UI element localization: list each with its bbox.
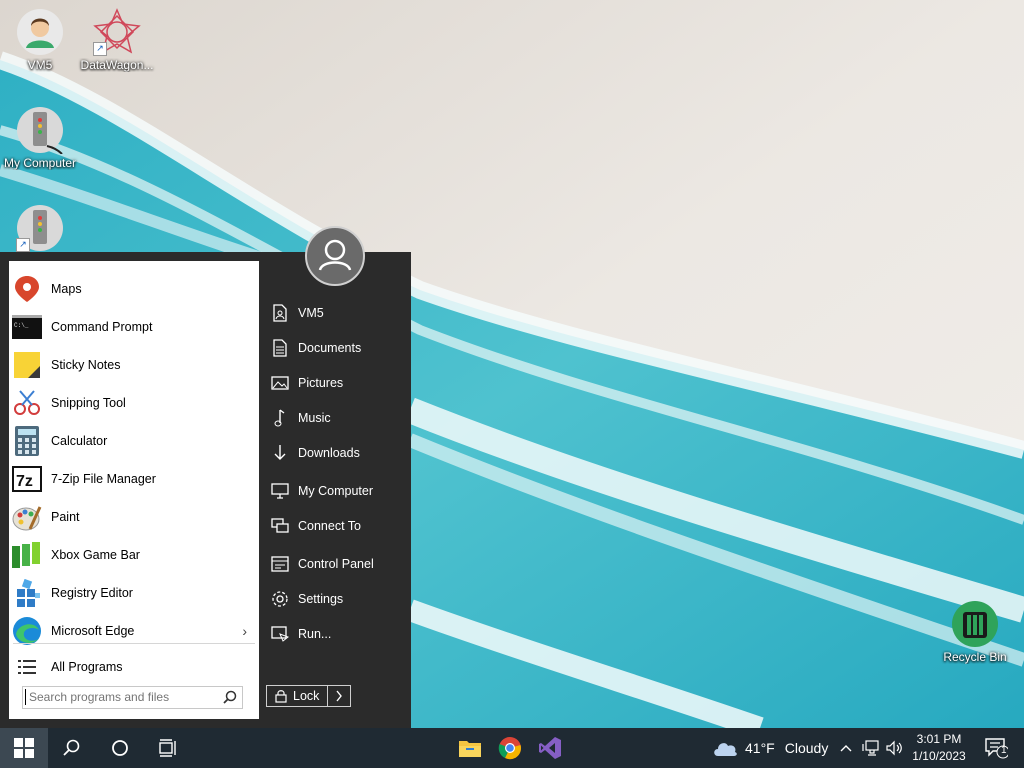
connect-icon [269, 515, 291, 537]
lock-button[interactable]: Lock [266, 685, 328, 707]
program-7zip[interactable]: 7z 7-Zip File Manager [9, 461, 259, 497]
edge-icon [12, 616, 42, 646]
speaker-icon [886, 740, 902, 756]
taskbar-chrome[interactable] [490, 728, 530, 768]
search-icon [63, 739, 80, 756]
computer-icon [16, 106, 64, 155]
gear-icon [269, 588, 291, 610]
cortana-button[interactable] [100, 728, 140, 768]
start-menu-places: VM5 Documents Pictures Music Downloads M… [266, 252, 411, 728]
place-pictures[interactable]: Pictures [266, 370, 406, 396]
desktop-icon-computer-shortcut[interactable]: ↗ [0, 204, 80, 254]
control-panel-icon [269, 553, 291, 575]
place-control-panel[interactable]: Control Panel [266, 551, 406, 577]
program-command-prompt[interactable]: C:\_ Command Prompt [9, 309, 259, 345]
all-programs-button[interactable]: All Programs [9, 649, 259, 685]
cloud-icon [712, 739, 738, 757]
xbox-game-bar-icon [12, 540, 42, 570]
notifications-button[interactable]: 1 [978, 728, 1014, 768]
taskbar: 41°F Cloudy 3:01 PM 1/10/2023 1 [0, 728, 1024, 768]
file-explorer-icon [459, 741, 481, 757]
windows-logo-icon [14, 738, 34, 758]
search-input[interactable] [29, 689, 209, 704]
network-icon [862, 740, 879, 756]
chevron-right-icon[interactable]: › [242, 623, 247, 639]
command-prompt-icon: C:\_ [12, 312, 42, 342]
volume-button[interactable] [884, 728, 906, 768]
place-connect-to[interactable]: Connect To [266, 513, 406, 539]
place-my-computer[interactable]: My Computer [266, 478, 406, 504]
notification-count-badge: 1 [1001, 745, 1007, 756]
recycle-bin-icon [951, 600, 999, 648]
program-calculator[interactable]: Calculator [9, 423, 259, 459]
chevron-right-icon [336, 690, 342, 702]
weather-widget[interactable]: 41°F Cloudy [712, 728, 828, 768]
clock-date: 1/10/2023 [912, 749, 966, 763]
clock-time: 3:01 PM [916, 732, 962, 746]
sticky-notes-icon [12, 350, 42, 380]
user-folder-icon [16, 8, 64, 56]
pictures-icon [269, 372, 291, 394]
svg-text:7z: 7z [16, 473, 33, 490]
desktop-icon-datawagon[interactable]: ↗ DataWagon... [77, 8, 157, 72]
lock-icon [275, 689, 287, 703]
place-settings[interactable]: Settings [266, 586, 406, 612]
power-options-button[interactable] [327, 685, 351, 707]
text-cursor [25, 689, 26, 705]
datawagon-app-icon: ↗ [93, 8, 141, 56]
place-documents[interactable]: Documents [266, 335, 406, 361]
taskbar-file-explorer[interactable] [450, 728, 490, 768]
program-list: Maps C:\_ Command Prompt Sticky Notes Sn… [9, 261, 259, 719]
chevron-up-icon [840, 745, 852, 752]
system-clock[interactable]: 3:01 PM 1/10/2023 [906, 731, 972, 765]
program-maps[interactable]: Maps [9, 271, 259, 307]
task-view-icon [159, 739, 176, 757]
start-button[interactable] [0, 728, 48, 768]
desktop-icon-my-computer[interactable]: My Computer [0, 106, 80, 170]
show-hidden-icons-button[interactable] [838, 728, 854, 768]
program-sticky-notes[interactable]: Sticky Notes [9, 347, 259, 383]
user-files-icon [269, 302, 291, 324]
program-registry-editor[interactable]: Registry Editor [9, 575, 259, 611]
desktop-icon-vm5[interactable]: VM5 [0, 8, 80, 72]
shortcut-arrow-icon: ↗ [93, 42, 107, 56]
program-paint[interactable]: Paint [9, 499, 259, 535]
program-xbox-game-bar[interactable]: Xbox Game Bar [9, 537, 259, 573]
place-run[interactable]: Run... [266, 621, 406, 647]
search-button[interactable] [52, 728, 92, 768]
network-button[interactable] [860, 728, 882, 768]
list-icon [12, 652, 42, 682]
weather-temperature: 41°F [745, 740, 775, 756]
desktop-icon-recycle-bin[interactable]: Recycle Bin [935, 600, 1015, 664]
divider [13, 643, 255, 644]
registry-editor-icon [12, 578, 42, 608]
maps-icon [12, 274, 42, 304]
computer-shortcut-icon: ↗ [16, 204, 64, 252]
run-icon [269, 623, 291, 645]
search-icon[interactable] [223, 690, 237, 707]
program-snipping-tool[interactable]: Snipping Tool [9, 385, 259, 421]
snipping-tool-icon [12, 388, 42, 418]
place-music[interactable]: Music [266, 405, 406, 431]
download-icon [269, 442, 291, 464]
svg-text:C:\_: C:\_ [14, 322, 29, 329]
calculator-icon [12, 426, 42, 456]
place-downloads[interactable]: Downloads [266, 440, 406, 466]
start-menu: Maps C:\_ Command Prompt Sticky Notes Sn… [0, 226, 411, 728]
shortcut-arrow-icon: ↗ [16, 238, 30, 252]
task-view-button[interactable] [148, 728, 188, 768]
document-icon [269, 337, 291, 359]
monitor-icon [269, 480, 291, 502]
visual-studio-icon [539, 737, 561, 759]
music-icon [269, 407, 291, 429]
chrome-icon [498, 737, 521, 760]
place-vm5[interactable]: VM5 [266, 300, 406, 326]
cortana-icon [112, 740, 128, 756]
search-box[interactable] [22, 686, 243, 709]
paint-icon [12, 502, 42, 532]
7zip-icon: 7z [12, 464, 42, 494]
weather-condition: Cloudy [784, 740, 829, 756]
taskbar-visual-studio[interactable] [530, 728, 570, 768]
